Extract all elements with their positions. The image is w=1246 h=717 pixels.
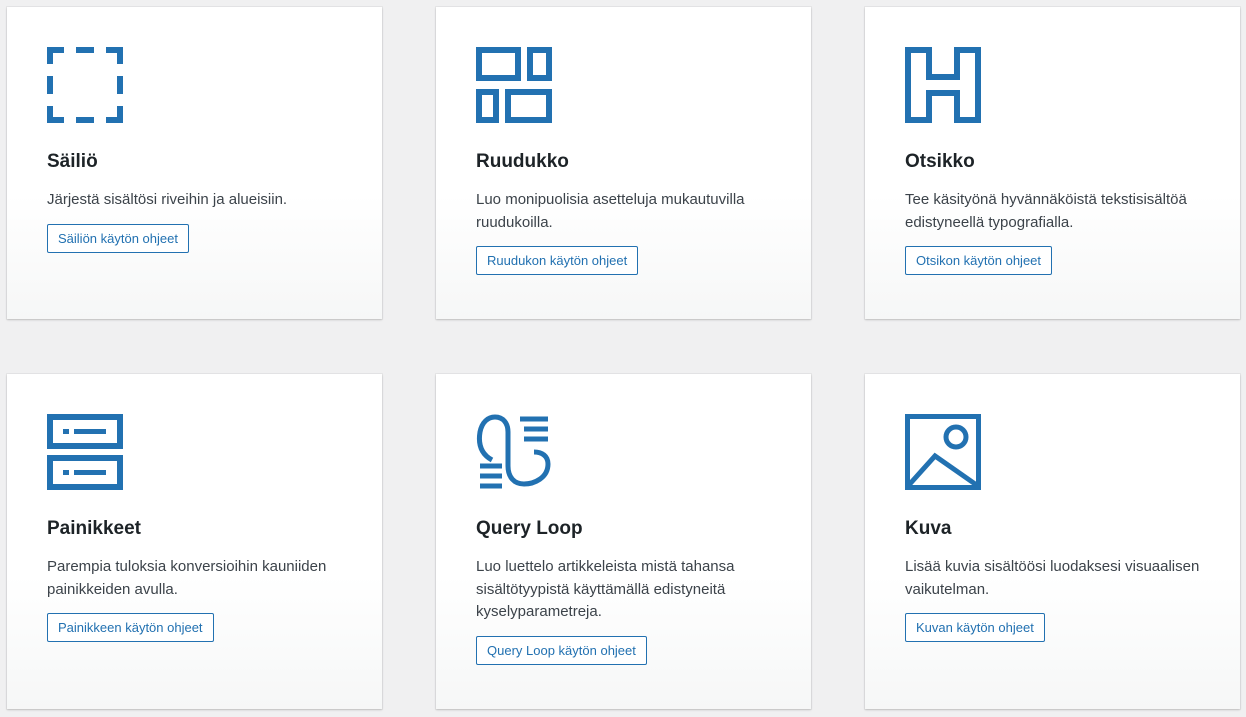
image-icon bbox=[905, 414, 981, 490]
card-description: Lisää kuvia sisältöösi luodaksesi visuaa… bbox=[905, 558, 1200, 598]
card-description: Parempia tuloksia konversioihin kauniide… bbox=[47, 558, 327, 598]
card-buttons: Painikkeet Parempia tuloksia konversioih… bbox=[7, 374, 382, 709]
card-title: Otsikko bbox=[905, 151, 975, 172]
help-button[interactable]: Ruudukon käytön ohjeet bbox=[476, 246, 639, 275]
card-image: Kuva Lisää kuvia sisältöösi luodaksesi v… bbox=[865, 374, 1240, 709]
query-loop-icon bbox=[476, 414, 552, 490]
card-title: Query Loop bbox=[476, 518, 583, 539]
card-title: Painikkeet bbox=[47, 518, 141, 539]
card-title: Säiliö bbox=[47, 151, 98, 172]
help-button[interactable]: Kuvan käytön ohjeet bbox=[905, 613, 1045, 642]
headline-icon bbox=[905, 47, 981, 123]
grid-icon bbox=[476, 47, 552, 123]
card-description: Luo monipuolisia asetteluja mukautuvilla… bbox=[476, 191, 745, 231]
container-icon bbox=[47, 47, 123, 123]
buttons-icon bbox=[47, 414, 123, 490]
card-query-loop: Query Loop Luo luettelo artikkeleista mi… bbox=[436, 374, 811, 709]
help-button[interactable]: Otsikon käytön ohjeet bbox=[905, 246, 1053, 275]
card-title: Kuva bbox=[905, 518, 952, 539]
card-description: Luo luettelo artikkeleista mistä tahansa… bbox=[476, 558, 735, 620]
card-container: Säiliö Järjestä sisältösi riveihin ja al… bbox=[7, 7, 382, 319]
help-button[interactable]: Säiliön käytön ohjeet bbox=[47, 223, 189, 253]
help-button[interactable]: Painikkeen käytön ohjeet bbox=[47, 613, 214, 642]
card-description: Tee käsityönä hyvännäköistä tekstisisält… bbox=[905, 191, 1187, 231]
card-headline: Otsikko Tee käsityönä hyvännäköistä teks… bbox=[865, 7, 1240, 319]
help-button[interactable]: Query Loop käytön ohjeet bbox=[476, 635, 647, 665]
card-description: Järjestä sisältösi riveihin ja alueisiin… bbox=[47, 191, 288, 208]
card-grid: Ruudukko Luo monipuolisia asetteluja muk… bbox=[436, 7, 811, 319]
card-title: Ruudukko bbox=[476, 151, 569, 172]
